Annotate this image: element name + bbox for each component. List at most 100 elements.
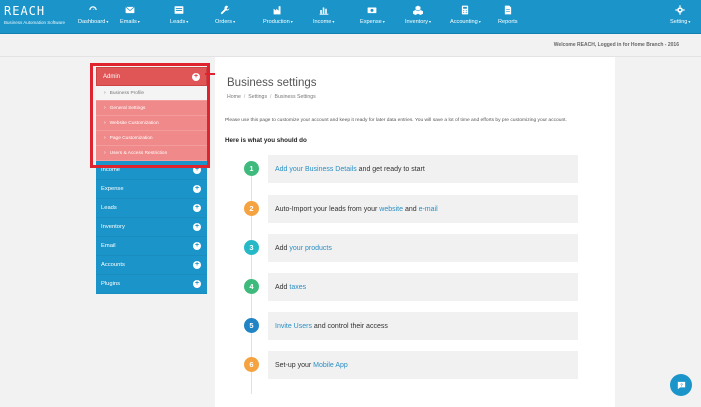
bullet-icon: › — [104, 105, 106, 111]
step-text: and — [403, 205, 419, 213]
sidebar-item-inventory[interactable]: Inventory + — [96, 218, 207, 237]
nav-label: Orders — [215, 19, 233, 25]
admin-subitem[interactable]: › Page Customization — [96, 131, 207, 146]
step-number-badge: 5 — [244, 318, 259, 333]
sidebar-item-expense[interactable]: Expense + — [96, 180, 207, 199]
admin-subitem[interactable]: › Business Profile — [96, 86, 207, 101]
sidebar-item-label: Leads — [101, 205, 117, 211]
dashboard-icon — [89, 6, 97, 10]
help-chat-button[interactable]: ? — [670, 374, 692, 396]
chevron-down-icon: ▾ — [382, 19, 385, 24]
step-link[interactable]: Add your Business Details — [275, 166, 357, 173]
sidebar-item-label: Email — [101, 243, 116, 249]
expand-icon[interactable]: + — [193, 185, 201, 193]
nav-emails[interactable]: Emails▾ — [120, 3, 140, 31]
sidebar-item-plugins[interactable]: Plugins + — [96, 275, 207, 294]
step-card: Auto-Import your leads from your website… — [268, 195, 578, 223]
sidebar: Admin + › Business Profile › General Settin… — [96, 67, 207, 294]
page-title: Business settings — [227, 77, 317, 89]
chevron-down-icon: ▾ — [688, 19, 691, 24]
admin-subitem-label: General Settings — [109, 105, 146, 111]
nav-production[interactable]: Production▾ — [263, 3, 293, 31]
nav-leads[interactable]: Leads▾ — [170, 3, 188, 31]
setup-step: 3 Add your products — [240, 234, 580, 262]
nav-label: Setting — [670, 19, 688, 25]
nav-orders[interactable]: Orders▾ — [215, 3, 235, 31]
expand-icon[interactable]: + — [193, 280, 201, 288]
nav-reports[interactable]: Reports — [498, 3, 518, 31]
nav-expense[interactable]: Expense▾ — [360, 3, 385, 31]
money-icon — [368, 7, 377, 14]
sidebar-item-income[interactable]: Income + — [96, 161, 207, 180]
expand-icon[interactable]: + — [193, 242, 201, 250]
factory-icon — [273, 6, 281, 15]
step-card: Set-up your Mobile App — [268, 351, 578, 379]
bar-chart-icon — [319, 7, 329, 15]
intro-text: Please use this page to customize your a… — [225, 118, 567, 123]
sidebar-item-email[interactable]: Email + — [96, 237, 207, 256]
chevron-down-icon: ▾ — [332, 19, 335, 24]
step-link[interactable]: Mobile App — [313, 362, 348, 369]
admin-subitem-label: Users & Access Restriction — [109, 150, 168, 156]
nav-label: Production — [263, 19, 290, 25]
breadcrumb-settings[interactable]: Settings — [248, 94, 267, 100]
nav-inventory[interactable]: Inventory▾ — [405, 3, 431, 31]
step-number-badge: 6 — [244, 357, 259, 372]
cubes-icon — [413, 5, 424, 15]
expand-icon[interactable]: + — [193, 223, 201, 231]
bullet-icon: › — [104, 150, 106, 156]
gear-icon — [675, 5, 685, 15]
expand-icon[interactable]: + — [193, 166, 201, 174]
sidebar-item-label: Plugins — [101, 281, 121, 287]
sidebar-item-accounts[interactable]: Accounts + — [96, 256, 207, 275]
sidebar-item-leads[interactable]: Leads + — [96, 199, 207, 218]
step-link[interactable]: your products — [289, 245, 331, 252]
admin-subitem-label: Website Customization — [109, 120, 159, 126]
admin-subitem[interactable]: › Users & Access Restriction — [96, 146, 207, 161]
step-number-badge: 1 — [244, 161, 259, 176]
admin-subitem-label: Page Customization — [109, 135, 153, 141]
nav-accounting[interactable]: Accounting▾ — [450, 3, 481, 31]
setup-step: 1 Add your Business Details and get ready… — [240, 155, 580, 183]
admin-subitem[interactable]: › Website Customization — [96, 116, 207, 131]
step-card: Add taxes — [268, 273, 578, 301]
sidebar-item-admin[interactable]: Admin + — [96, 67, 207, 86]
step-number-badge: 3 — [244, 240, 259, 255]
step-link[interactable]: taxes — [289, 284, 306, 291]
envelope-icon — [125, 6, 135, 14]
bullet-icon: › — [104, 120, 106, 126]
nav-income[interactable]: Income▾ — [313, 3, 334, 31]
step-number-badge: 4 — [244, 279, 259, 294]
report-icon — [504, 5, 511, 15]
expand-icon[interactable]: + — [193, 261, 201, 269]
nav-label: Dashboard — [78, 19, 106, 25]
step-link[interactable]: website — [379, 206, 403, 213]
chevron-down-icon: ▾ — [429, 19, 432, 24]
nav-label: Reports — [498, 19, 518, 25]
setup-step: 4 Add taxes — [240, 273, 580, 301]
bullet-icon: › — [104, 90, 106, 96]
nav-setting[interactable]: Setting▾ — [670, 3, 690, 31]
nav-label: Inventory — [405, 19, 429, 25]
step-text: and get ready to start — [356, 165, 425, 173]
brand-logo[interactable]: REACH Business Automation Software — [4, 5, 66, 29]
step-card: Add your products — [268, 234, 578, 262]
chevron-down-icon: ▾ — [233, 19, 236, 24]
address-card-icon — [174, 6, 184, 14]
breadcrumb: Home / Settings / Business Settings — [227, 94, 316, 100]
welcome-message: Welcome REACH, Logged in for Home Branch… — [553, 42, 679, 48]
step-link[interactable]: Invite Users — [275, 323, 312, 330]
brand-tagline: Business Automation Software — [4, 20, 66, 25]
expand-icon[interactable]: + — [193, 204, 201, 212]
collapse-icon[interactable]: + — [192, 72, 200, 81]
sidebar-item-label: Expense — [101, 186, 124, 192]
step-text: Auto-Import your leads from your — [275, 205, 380, 213]
nav-label: Expense — [360, 19, 382, 25]
step-link[interactable]: e-mail — [419, 206, 438, 213]
nav-label: Emails — [120, 19, 137, 25]
nav-dashboard[interactable]: Dashboard▾ — [78, 3, 108, 31]
step-text: and control their access — [311, 322, 388, 330]
breadcrumb-home[interactable]: Home — [227, 94, 241, 100]
wrench-icon — [220, 5, 230, 15]
admin-subitem[interactable]: › General Settings — [96, 101, 207, 116]
